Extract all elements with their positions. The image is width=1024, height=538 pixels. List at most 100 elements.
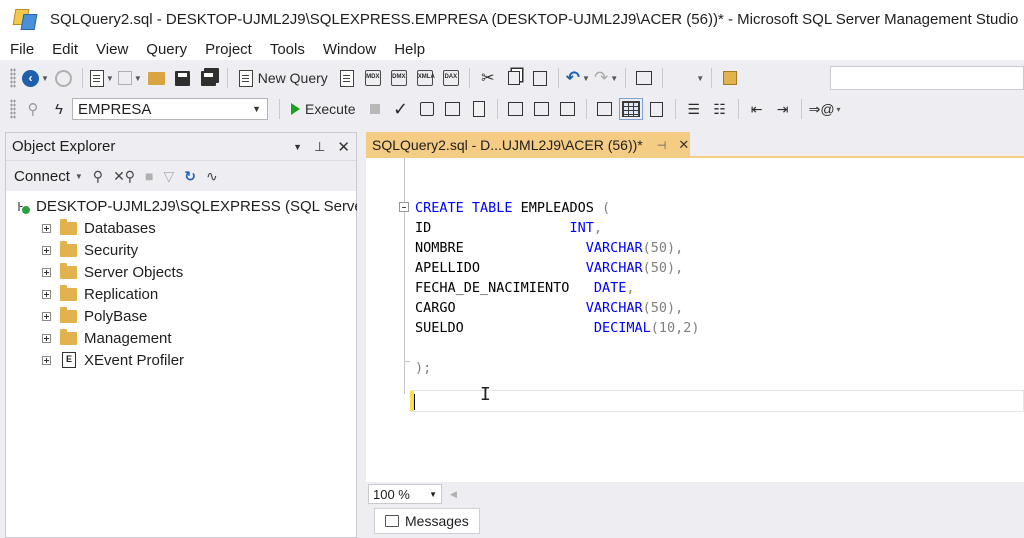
redo-button[interactable]: ↷ ▼ <box>594 66 618 90</box>
find-in-files-input[interactable] <box>830 66 1024 90</box>
code-column-name: NOMBRE <box>415 240 586 256</box>
results-to-file-button[interactable] <box>646 97 668 121</box>
display-estimated-plan-button[interactable] <box>416 97 438 121</box>
connect-plug-icon[interactable]: ⚲ <box>93 168 103 185</box>
menu-file[interactable]: File <box>0 41 43 58</box>
menu-bar: File Edit View Query Project Tools Windo… <box>0 38 1024 60</box>
undo-button[interactable]: ↶ ▼ <box>566 66 590 90</box>
solution-config-dropdown[interactable]: ▼ <box>670 66 704 90</box>
save-button[interactable] <box>172 66 194 90</box>
query-editor[interactable]: CREATE TABLE EMPLEADOS ( ID INT, NOMBRE … <box>366 158 1024 482</box>
code-column-type: DECIMAL <box>593 320 651 336</box>
change-connection-icon: ϟ <box>55 100 63 118</box>
expand-icon[interactable] <box>42 311 51 321</box>
back-arrow-icon: ‹ <box>22 69 39 87</box>
disconnect-icon[interactable]: ✕⚲ <box>113 168 135 185</box>
parse-button[interactable]: ✓ <box>390 97 412 121</box>
menu-view[interactable]: View <box>87 41 137 58</box>
menu-project[interactable]: Project <box>196 41 261 58</box>
available-databases-select[interactable]: EMPRESA ▼ <box>72 98 268 120</box>
expand-icon[interactable] <box>42 289 51 299</box>
forward-button[interactable] <box>53 66 75 90</box>
panel-splitter[interactable] <box>357 132 366 538</box>
connect-query-button[interactable]: ⚲ <box>22 97 44 121</box>
tree-node-security[interactable]: Security <box>6 239 356 261</box>
activity-monitor-button[interactable] <box>633 66 655 90</box>
add-item-button[interactable]: ▼ <box>117 66 142 90</box>
outline-collapse-icon[interactable] <box>399 202 409 212</box>
pin-icon[interactable]: ⊥ <box>314 139 325 155</box>
menu-window[interactable]: Window <box>314 41 385 58</box>
decrease-indent-button[interactable]: ⇤ <box>746 97 768 121</box>
window-position-dropdown-icon[interactable]: ▼ <box>293 142 302 152</box>
dax-query-button[interactable]: DAX <box>440 66 462 90</box>
copy-button[interactable] <box>503 66 525 90</box>
menu-edit[interactable]: Edit <box>43 41 87 58</box>
paste-button[interactable] <box>529 66 551 90</box>
connect-dropdown[interactable]: Connect ▼ <box>14 168 83 185</box>
expand-icon[interactable] <box>42 223 51 233</box>
change-connection-button[interactable]: ϟ <box>48 97 70 121</box>
stop-square-icon[interactable]: ■ <box>145 168 153 184</box>
expand-icon[interactable] <box>42 245 51 255</box>
tab-messages[interactable]: Messages <box>374 508 480 534</box>
tree-node-server[interactable]: DESKTOP-UJML2J9\SQLEXPRESS (SQL Server 1 <box>6 195 380 217</box>
execute-button[interactable]: Execute <box>287 97 360 121</box>
refresh-icon[interactable]: ↻ <box>184 168 196 185</box>
find-button[interactable] <box>719 66 741 90</box>
tree-node-server-objects[interactable]: Server Objects <box>6 261 356 283</box>
tab-sqlquery2[interactable]: SQLQuery2.sql - D...UJML2J9\ACER (56))* … <box>366 132 690 158</box>
close-tab-icon[interactable]: ✕ <box>678 137 689 153</box>
xmla-query-button[interactable]: XMLA <box>414 66 436 90</box>
back-button[interactable]: ‹ ▼ <box>22 66 49 90</box>
connect-label: Connect <box>14 167 70 185</box>
expand-icon[interactable] <box>42 355 51 365</box>
database-query-icon <box>339 69 354 87</box>
menu-query[interactable]: Query <box>137 41 196 58</box>
include-actual-plan-button[interactable] <box>505 97 527 121</box>
dmx-query-button[interactable]: DMX <box>388 66 410 90</box>
tree-node-xevent-profiler[interactable]: E XEvent Profiler <box>6 349 356 371</box>
expand-icon[interactable] <box>42 333 51 343</box>
tree-node-polybase[interactable]: PolyBase <box>6 305 356 327</box>
expand-icon[interactable] <box>42 267 51 277</box>
mdx-query-button[interactable]: MDX <box>362 66 384 90</box>
increase-indent-button[interactable]: ⇥ <box>772 97 794 121</box>
chevron-down-icon: ▼ <box>429 489 437 499</box>
query-designer-button[interactable] <box>442 97 464 121</box>
cancel-query-button[interactable] <box>364 97 386 121</box>
uncomment-lines-button[interactable]: ☷ <box>709 97 731 121</box>
results-to-grid-button[interactable] <box>618 97 643 121</box>
cut-button[interactable]: ✂ <box>477 66 499 90</box>
toolbar-grip-2[interactable] <box>10 99 16 119</box>
template-values-icon: ⇒@ <box>808 100 835 117</box>
open-file-button[interactable] <box>146 66 168 90</box>
tree-node-management[interactable]: Management <box>6 327 356 349</box>
tree-node-replication[interactable]: Replication <box>6 283 356 305</box>
menu-tools[interactable]: Tools <box>261 41 314 58</box>
save-all-button[interactable] <box>198 66 220 90</box>
new-project-button[interactable]: ▼ <box>89 66 114 90</box>
filter-icon[interactable]: ▽ <box>164 168 175 185</box>
collapse-icon[interactable] <box>18 201 25 211</box>
zoom-select[interactable]: 100 % ▼ <box>368 484 442 504</box>
results-to-text-button[interactable] <box>594 97 616 121</box>
close-icon[interactable]: ✕ <box>337 138 350 156</box>
menu-help[interactable]: Help <box>385 41 434 58</box>
database-engine-query-button[interactable] <box>336 66 358 90</box>
client-statistics-button[interactable] <box>557 97 579 121</box>
activity-pulse-icon[interactable]: ∿ <box>206 168 218 185</box>
scroll-left-icon[interactable]: ◀ <box>450 489 457 500</box>
live-query-stats-button[interactable] <box>531 97 553 121</box>
specify-template-values-button[interactable]: ⇒@ ▾ <box>809 97 841 121</box>
specify-values-button[interactable] <box>468 97 490 121</box>
toolbar-grip[interactable] <box>10 68 16 88</box>
pin-tab-icon[interactable]: ⊣ <box>657 139 667 152</box>
current-line-highlight <box>410 390 1024 412</box>
comment-lines-button[interactable]: ☰ <box>683 97 705 121</box>
play-icon <box>291 103 300 115</box>
sql-code[interactable]: CREATE TABLE EMPLEADOS ( ID INT, NOMBRE … <box>415 198 700 378</box>
execute-label: Execute <box>305 101 356 117</box>
new-query-button[interactable]: New Query <box>235 66 332 90</box>
tree-node-databases[interactable]: Databases <box>6 217 356 239</box>
